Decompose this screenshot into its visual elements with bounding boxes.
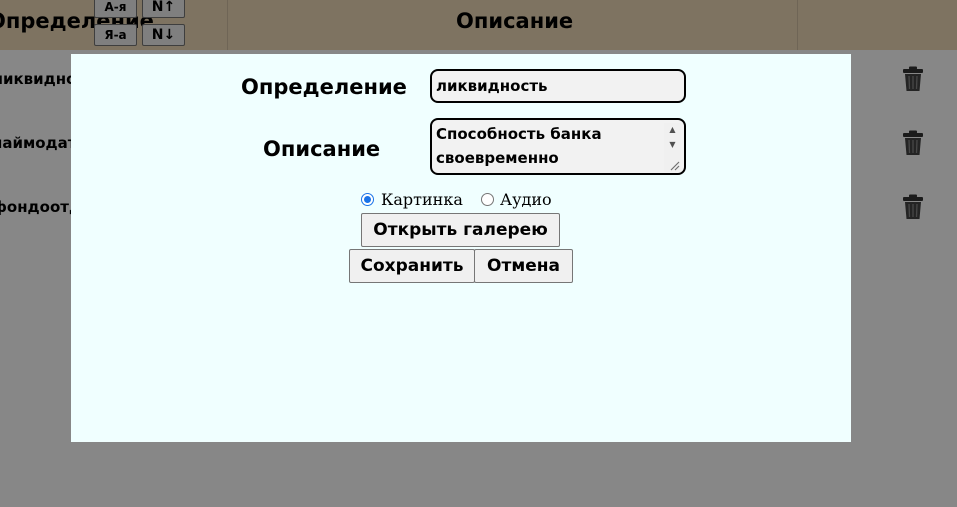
cancel-button[interactable]: Отмена — [474, 249, 573, 283]
description-text: Способность банка своевременно — [436, 125, 602, 167]
audio-radio-label[interactable]: Аудио — [500, 190, 552, 209]
textarea-scrollbar[interactable]: ▲ ▼ — [664, 123, 681, 172]
description-label: Описание — [263, 137, 381, 161]
description-textarea[interactable]: Способность банка своевременно ▲ ▼ — [430, 118, 686, 175]
definition-input[interactable]: ликвидность — [430, 69, 686, 103]
open-gallery-button[interactable]: Открыть галерею — [361, 213, 560, 247]
picture-radio-label[interactable]: Картинка — [381, 190, 463, 209]
resize-grip-icon[interactable] — [668, 159, 680, 171]
audio-radio[interactable] — [481, 193, 494, 206]
definition-label: Определение — [241, 75, 407, 99]
save-button[interactable]: Сохранить — [349, 249, 475, 283]
scroll-down-icon[interactable]: ▼ — [664, 138, 681, 152]
picture-radio[interactable] — [361, 193, 374, 206]
edit-term-modal: Определение ликвидность Описание Способн… — [71, 54, 851, 442]
